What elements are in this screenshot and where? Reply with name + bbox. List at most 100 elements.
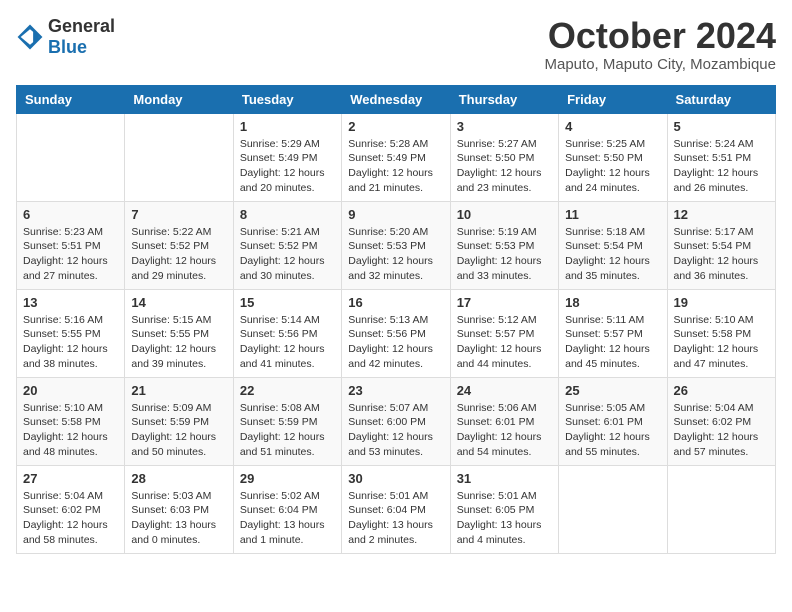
day-info: Sunrise: 5:13 AMSunset: 5:56 PMDaylight:… [348, 313, 443, 372]
calendar-day-cell: 13 Sunrise: 5:16 AMSunset: 5:55 PMDayligh… [17, 289, 125, 377]
day-number: 22 [240, 383, 335, 398]
day-number: 3 [457, 119, 552, 134]
calendar-week-row: 13 Sunrise: 5:16 AMSunset: 5:55 PMDayligh… [17, 289, 776, 377]
day-number: 13 [23, 295, 118, 310]
calendar-week-row: 1 Sunrise: 5:29 AMSunset: 5:49 PMDaylight… [17, 113, 776, 201]
day-number: 2 [348, 119, 443, 134]
calendar-day-cell: 19 Sunrise: 5:10 AMSunset: 5:58 PMDayligh… [667, 289, 775, 377]
day-info: Sunrise: 5:06 AMSunset: 6:01 PMDaylight:… [457, 401, 552, 460]
day-info: Sunrise: 5:04 AMSunset: 6:02 PMDaylight:… [23, 489, 118, 548]
calendar-day-cell: 16 Sunrise: 5:13 AMSunset: 5:56 PMDayligh… [342, 289, 450, 377]
calendar-day-cell [559, 465, 667, 553]
calendar-day-cell: 28Sunrise: 5:03 AMSunset: 6:03 PMDayligh… [125, 465, 233, 553]
day-info: Sunrise: 5:08 AMSunset: 5:59 PMDaylight:… [240, 401, 335, 460]
day-number: 19 [674, 295, 769, 310]
weekday-header-cell: Wednesday [342, 85, 450, 113]
day-number: 12 [674, 207, 769, 222]
day-info: Sunrise: 5:27 AMSunset: 5:50 PMDaylight:… [457, 137, 552, 196]
calendar-table: SundayMondayTuesdayWednesdayThursdayFrid… [16, 85, 776, 554]
calendar-day-cell: 7 Sunrise: 5:22 AMSunset: 5:52 PMDaylight… [125, 201, 233, 289]
day-info: Sunrise: 5:11 AMSunset: 5:57 PMDaylight:… [565, 313, 660, 372]
day-number: 14 [131, 295, 226, 310]
calendar-day-cell: 22 Sunrise: 5:08 AMSunset: 5:59 PMDayligh… [233, 377, 341, 465]
day-info: Sunrise: 5:07 AMSunset: 6:00 PMDaylight:… [348, 401, 443, 460]
calendar-day-cell: 24 Sunrise: 5:06 AMSunset: 6:01 PMDayligh… [450, 377, 558, 465]
weekday-header-cell: Friday [559, 85, 667, 113]
calendar-day-cell: 9 Sunrise: 5:20 AMSunset: 5:53 PMDaylight… [342, 201, 450, 289]
logo-text-blue: Blue [48, 37, 87, 57]
day-info: Sunrise: 5:01 AMSunset: 6:05 PMDaylight:… [457, 489, 552, 548]
calendar-day-cell: 26Sunrise: 5:04 AMSunset: 6:02 PMDayligh… [667, 377, 775, 465]
day-info: Sunrise: 5:16 AMSunset: 5:55 PMDaylight:… [23, 313, 118, 372]
calendar-day-cell [667, 465, 775, 553]
day-info: Sunrise: 5:29 AMSunset: 5:49 PMDaylight:… [240, 137, 335, 196]
day-number: 17 [457, 295, 552, 310]
weekday-header-cell: Tuesday [233, 85, 341, 113]
day-number: 23 [348, 383, 443, 398]
calendar-week-row: 20Sunrise: 5:10 AMSunset: 5:58 PMDayligh… [17, 377, 776, 465]
calendar-day-cell: 4 Sunrise: 5:25 AMSunset: 5:50 PMDaylight… [559, 113, 667, 201]
day-number: 21 [131, 383, 226, 398]
weekday-header-cell: Monday [125, 85, 233, 113]
day-info: Sunrise: 5:18 AMSunset: 5:54 PMDaylight:… [565, 225, 660, 284]
day-number: 5 [674, 119, 769, 134]
day-number: 7 [131, 207, 226, 222]
calendar-day-cell [17, 113, 125, 201]
calendar-day-cell: 27 Sunrise: 5:04 AMSunset: 6:02 PMDayligh… [17, 465, 125, 553]
day-number: 16 [348, 295, 443, 310]
day-info: Sunrise: 5:22 AMSunset: 5:52 PMDaylight:… [131, 225, 226, 284]
day-number: 4 [565, 119, 660, 134]
calendar-day-cell: 25 Sunrise: 5:05 AMSunset: 6:01 PMDayligh… [559, 377, 667, 465]
calendar-day-cell: 2 Sunrise: 5:28 AMSunset: 5:49 PMDaylight… [342, 113, 450, 201]
day-number: 27 [23, 471, 118, 486]
day-info: Sunrise: 5:12 AMSunset: 5:57 PMDaylight:… [457, 313, 552, 372]
day-info: Sunrise: 5:09 AMSunset: 5:59 PMDaylight:… [131, 401, 226, 460]
calendar-day-cell: 23 Sunrise: 5:07 AMSunset: 6:00 PMDayligh… [342, 377, 450, 465]
calendar-day-cell: 5 Sunrise: 5:24 AMSunset: 5:51 PMDaylight… [667, 113, 775, 201]
day-info: Sunrise: 5:10 AMSunset: 5:58 PMDaylight:… [674, 313, 769, 372]
weekday-header-cell: Sunday [17, 85, 125, 113]
day-number: 29 [240, 471, 335, 486]
calendar-day-cell: 30 Sunrise: 5:01 AMSunset: 6:04 PMDayligh… [342, 465, 450, 553]
logo-text-general: General [48, 16, 115, 36]
location-subtitle: Maputo, Maputo City, Mozambique [545, 56, 777, 73]
calendar-day-cell [125, 113, 233, 201]
weekday-header-row: SundayMondayTuesdayWednesdayThursdayFrid… [17, 85, 776, 113]
calendar-day-cell: 17 Sunrise: 5:12 AMSunset: 5:57 PMDayligh… [450, 289, 558, 377]
day-info: Sunrise: 5:28 AMSunset: 5:49 PMDaylight:… [348, 137, 443, 196]
calendar-day-cell: 1 Sunrise: 5:29 AMSunset: 5:49 PMDaylight… [233, 113, 341, 201]
calendar-day-cell: 21 Sunrise: 5:09 AMSunset: 5:59 PMDayligh… [125, 377, 233, 465]
day-info: Sunrise: 5:10 AMSunset: 5:58 PMDaylight:… [23, 401, 118, 460]
day-number: 26 [674, 383, 769, 398]
calendar-day-cell: 12Sunrise: 5:17 AMSunset: 5:54 PMDayligh… [667, 201, 775, 289]
day-number: 28 [131, 471, 226, 486]
logo: General Blue [16, 16, 115, 58]
day-number: 8 [240, 207, 335, 222]
day-number: 25 [565, 383, 660, 398]
calendar-day-cell: 3 Sunrise: 5:27 AMSunset: 5:50 PMDaylight… [450, 113, 558, 201]
calendar-day-cell: 11Sunrise: 5:18 AMSunset: 5:54 PMDayligh… [559, 201, 667, 289]
day-info: Sunrise: 5:20 AMSunset: 5:53 PMDaylight:… [348, 225, 443, 284]
day-number: 1 [240, 119, 335, 134]
day-number: 18 [565, 295, 660, 310]
logo-icon [16, 23, 44, 51]
day-number: 31 [457, 471, 552, 486]
day-info: Sunrise: 5:14 AMSunset: 5:56 PMDaylight:… [240, 313, 335, 372]
calendar-day-cell: 20Sunrise: 5:10 AMSunset: 5:58 PMDayligh… [17, 377, 125, 465]
day-info: Sunrise: 5:23 AMSunset: 5:51 PMDaylight:… [23, 225, 118, 284]
calendar-day-cell: 31 Sunrise: 5:01 AMSunset: 6:05 PMDayligh… [450, 465, 558, 553]
day-number: 24 [457, 383, 552, 398]
month-title: October 2024 [545, 16, 777, 56]
day-number: 30 [348, 471, 443, 486]
day-number: 15 [240, 295, 335, 310]
day-info: Sunrise: 5:05 AMSunset: 6:01 PMDaylight:… [565, 401, 660, 460]
day-info: Sunrise: 5:02 AMSunset: 6:04 PMDaylight:… [240, 489, 335, 548]
day-info: Sunrise: 5:01 AMSunset: 6:04 PMDaylight:… [348, 489, 443, 548]
day-info: Sunrise: 5:25 AMSunset: 5:50 PMDaylight:… [565, 137, 660, 196]
day-number: 9 [348, 207, 443, 222]
calendar-day-cell: 8Sunrise: 5:21 AMSunset: 5:52 PMDaylight… [233, 201, 341, 289]
weekday-header-cell: Thursday [450, 85, 558, 113]
day-info: Sunrise: 5:24 AMSunset: 5:51 PMDaylight:… [674, 137, 769, 196]
calendar-day-cell: 6Sunrise: 5:23 AMSunset: 5:51 PMDaylight… [17, 201, 125, 289]
calendar-week-row: 27 Sunrise: 5:04 AMSunset: 6:02 PMDayligh… [17, 465, 776, 553]
